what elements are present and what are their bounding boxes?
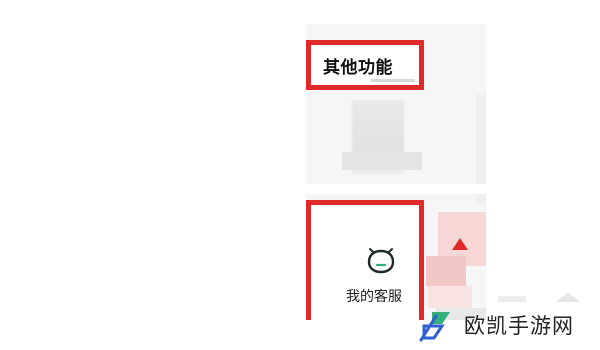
watermark-text: 欧凯手游网	[464, 314, 574, 338]
title-underline	[371, 79, 415, 82]
red-triangle-mark	[452, 238, 468, 250]
customer-service-robot-icon[interactable]	[364, 244, 398, 274]
section-title-highlight: 其他功能	[306, 40, 424, 90]
blurred-pink-tile-lower	[426, 256, 466, 286]
site-watermark: 欧凯手游网	[418, 302, 574, 348]
app-content: 其他功能 我的客服	[306, 24, 486, 320]
ok-logo-icon	[419, 312, 450, 342]
section-title: 其他功能	[323, 58, 393, 78]
screenshot-stage: 其他功能 我的客服 欧凯手游网	[0, 0, 600, 350]
app-crop-panel: 其他功能 我的客服	[306, 24, 486, 320]
row-divider	[306, 184, 486, 194]
ghost-arrow-icon	[556, 292, 580, 302]
customer-service-label[interactable]: 我的客服	[346, 286, 402, 306]
blurred-feature-base	[342, 152, 422, 170]
